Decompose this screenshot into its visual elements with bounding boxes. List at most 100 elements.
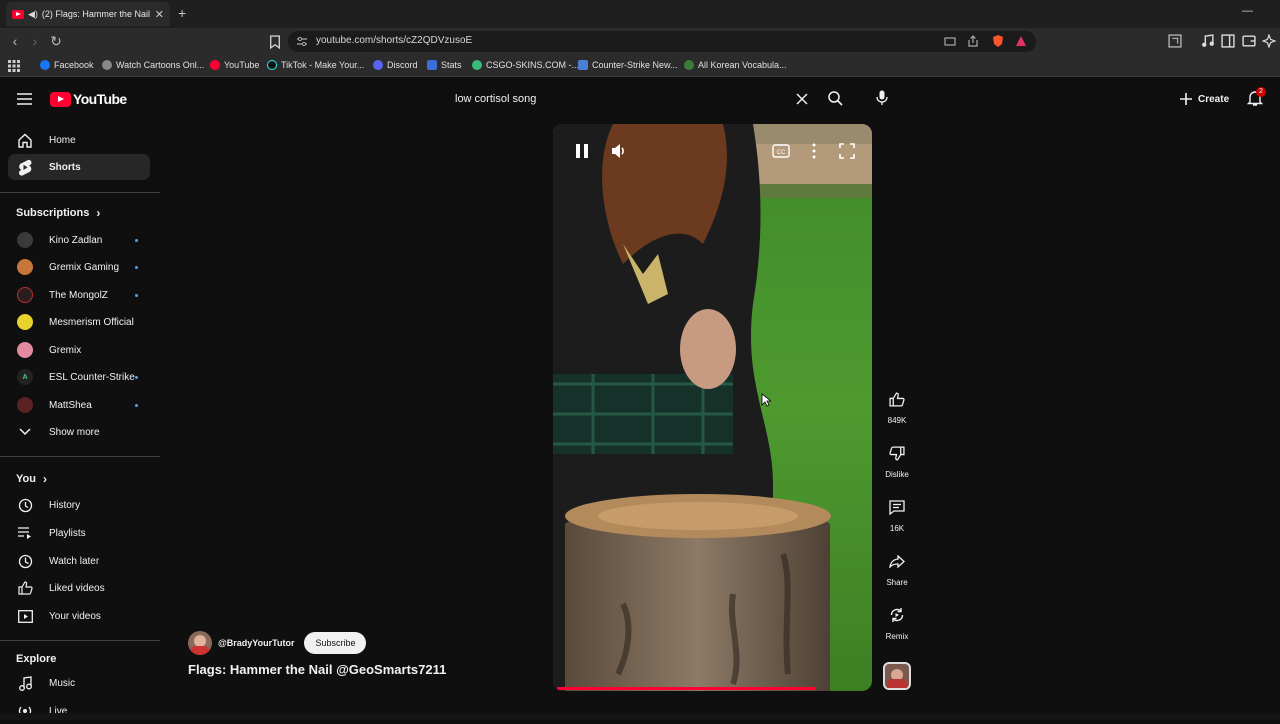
notifications-button[interactable]: 2: [1247, 87, 1266, 108]
media-controls-icon[interactable]: [1201, 34, 1215, 48]
subscription-item[interactable]: Gremix: [8, 337, 150, 363]
fullscreen-icon[interactable]: [838, 142, 856, 160]
share-page-icon[interactable]: [967, 35, 979, 47]
youtube-masthead: YouTube Create 2: [0, 78, 1280, 120]
bookmark-discord[interactable]: Discord: [373, 60, 418, 70]
counter-strike-icon: [578, 60, 588, 70]
bookmark-counter-strike[interactable]: Counter-Strike New...: [578, 60, 678, 70]
channel-handle[interactable]: @BradyYourTutor: [218, 638, 294, 648]
brave-rewards-icon[interactable]: [1015, 35, 1027, 47]
back-icon[interactable]: ‹: [7, 33, 23, 49]
playlists-icon: [17, 525, 33, 541]
playback-progress-bar[interactable]: [557, 687, 815, 690]
share-button[interactable]: Share: [880, 544, 914, 587]
forward-icon[interactable]: ›: [27, 33, 43, 49]
wallet-icon[interactable]: [1242, 34, 1256, 48]
close-tab-icon[interactable]: ✕: [155, 8, 164, 21]
clear-search-icon[interactable]: [796, 93, 808, 105]
share-button-circle[interactable]: [880, 544, 914, 578]
create-button[interactable]: Create: [1170, 86, 1240, 112]
more-options-icon[interactable]: [805, 142, 823, 160]
search-icon[interactable]: [828, 91, 843, 106]
sound-thumbnail[interactable]: [883, 662, 911, 690]
channel-row: @BradyYourTutor Subscribe: [188, 631, 367, 655]
youtube-logo[interactable]: YouTube: [50, 91, 127, 107]
bookmark-watch-cartoons[interactable]: Watch Cartoons Onl...: [102, 60, 204, 70]
subscriptions-heading-label: Subscriptions: [16, 207, 90, 219]
show-more-button[interactable]: Show more: [8, 419, 150, 445]
short-title[interactable]: Flags: Hammer the Nail @GeoSmarts7211: [188, 662, 446, 677]
bookmark-tiktok[interactable]: TikTok - Make Your...: [267, 60, 364, 70]
subscription-item[interactable]: A ESL Counter-Strike: [8, 364, 150, 390]
sidebar-item-liked-videos[interactable]: Liked videos: [8, 575, 150, 601]
audio-playing-icon[interactable]: ◀): [28, 9, 38, 20]
bookmark-csgo-skins[interactable]: CSGO-SKINS.COM -...: [472, 60, 579, 70]
closed-captions-icon[interactable]: CC: [772, 142, 790, 160]
sidebar-toggle-icon[interactable]: [1168, 34, 1182, 48]
facebook-icon: [40, 60, 50, 70]
subscription-item[interactable]: Mesmerism Official: [8, 309, 150, 335]
music-icon: [17, 675, 33, 691]
like-button[interactable]: 849K: [880, 382, 914, 425]
subscriptions-heading[interactable]: Subscriptions ›: [16, 206, 100, 220]
thumbs-up-icon: [17, 580, 33, 596]
bookmark-facebook[interactable]: Facebook: [40, 60, 94, 70]
sidebar-item-music[interactable]: Music: [8, 670, 150, 696]
dislike-button-circle[interactable]: [880, 436, 914, 470]
bookmark-icon[interactable]: [268, 35, 282, 49]
new-tab-icon[interactable]: +: [178, 5, 186, 21]
side-panel-icon[interactable]: [1221, 34, 1235, 48]
subscription-name: The MongolZ: [49, 289, 108, 301]
search-box: [444, 85, 820, 112]
cast-icon[interactable]: [944, 36, 956, 47]
apps-grid-icon[interactable]: [8, 60, 20, 72]
browser-tab[interactable]: ◀) (2) Flags: Hammer the Nail @ ✕: [6, 2, 170, 26]
remix-button-circle[interactable]: [880, 598, 914, 632]
clock-icon: [17, 553, 33, 569]
sidebar-item-label: Playlists: [49, 527, 86, 539]
dislike-button[interactable]: Dislike: [880, 436, 914, 479]
sidebar-item-live[interactable]: Live: [8, 698, 150, 724]
sidebar-item-your-videos[interactable]: Your videos: [8, 603, 150, 629]
sidebar-item-shorts[interactable]: Shorts: [8, 154, 150, 180]
like-button-circle[interactable]: [880, 382, 914, 416]
sidebar-item-home[interactable]: Home: [8, 127, 150, 153]
comments-button-circle[interactable]: [880, 490, 914, 524]
sidebar-item-playlists[interactable]: Playlists: [8, 520, 150, 546]
subscription-name: Mesmerism Official: [49, 316, 134, 328]
subscription-item[interactable]: The MongolZ: [8, 282, 150, 308]
chevron-right-icon: ›: [96, 206, 101, 220]
reload-icon[interactable]: ↻: [48, 33, 64, 49]
sidebar-item-label: Your videos: [49, 610, 101, 622]
site-settings-icon[interactable]: [296, 36, 308, 47]
sidebar-item-watch-later[interactable]: Watch later: [8, 548, 150, 574]
pause-icon[interactable]: [573, 142, 591, 160]
subscription-item[interactable]: MattShea: [8, 392, 150, 418]
shorts-player[interactable]: CC: [553, 124, 872, 691]
bookmark-korean-vocab[interactable]: All Korean Vocabula...: [684, 60, 787, 70]
shorts-icon: [17, 159, 33, 176]
channel-avatar[interactable]: [188, 631, 212, 655]
brave-shields-icon[interactable]: [992, 34, 1004, 48]
leo-ai-icon[interactable]: [1262, 34, 1276, 48]
remix-button[interactable]: Remix: [880, 598, 914, 641]
comments-button[interactable]: 16K: [880, 490, 914, 533]
subscription-item[interactable]: Gremix Gaming: [8, 254, 150, 280]
hamburger-menu-icon[interactable]: [17, 93, 32, 105]
bookmark-label: All Korean Vocabula...: [698, 60, 787, 70]
sidebar-item-label: Music: [49, 677, 76, 689]
minimize-icon[interactable]: —: [1242, 5, 1253, 17]
sidebar-divider: [0, 192, 160, 193]
subscription-item[interactable]: Kino Zadlan: [8, 227, 150, 253]
notification-badge: 2: [1256, 87, 1266, 97]
bookmark-stats[interactable]: Stats: [427, 60, 462, 70]
subscribe-button[interactable]: Subscribe: [304, 632, 367, 654]
bookmark-youtube[interactable]: YouTube: [210, 60, 259, 70]
address-bar[interactable]: youtube.com/shorts/cZ2QDVzusoE: [288, 31, 1036, 52]
microphone-icon[interactable]: [876, 90, 888, 106]
you-heading[interactable]: You ›: [16, 472, 47, 486]
volume-icon[interactable]: [610, 142, 628, 160]
explore-heading: Explore: [16, 653, 56, 665]
search-input[interactable]: [444, 85, 820, 112]
sidebar-item-history[interactable]: History: [8, 492, 150, 518]
